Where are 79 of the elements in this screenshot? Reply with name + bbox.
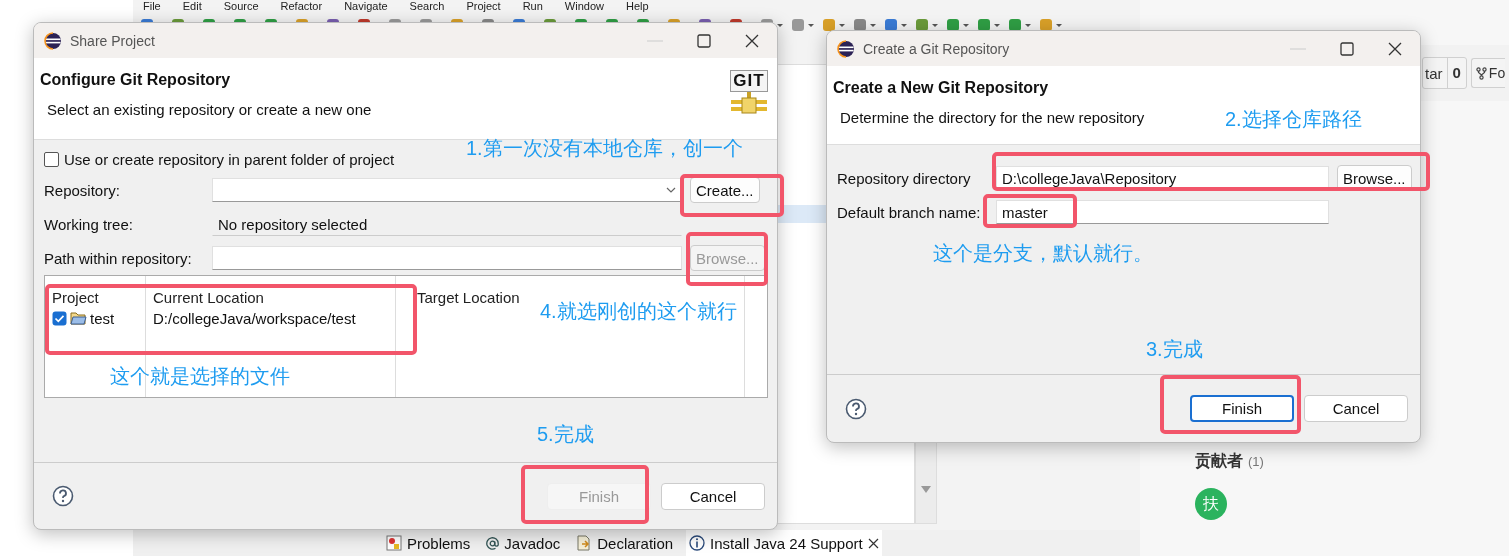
table-cell: D:/collegeJava/workspace/test bbox=[153, 309, 356, 327]
dialog-button[interactable]: Cancel bbox=[1304, 395, 1408, 422]
menu-item[interactable]: File bbox=[143, 0, 161, 12]
close-icon[interactable] bbox=[867, 537, 879, 549]
field-label: Path within repository: bbox=[44, 249, 192, 267]
window-title: Create a Git Repository bbox=[863, 40, 1011, 57]
tab-label: Declaration bbox=[597, 534, 674, 552]
tab-label: Install Java 24 Support bbox=[710, 534, 863, 552]
annotation-text: 这个是分支，默认就行。 bbox=[933, 241, 1153, 265]
close-icon[interactable] bbox=[1388, 41, 1402, 56]
star-label: tar bbox=[1425, 64, 1443, 82]
input-field[interactable] bbox=[212, 246, 682, 270]
annotation-text: 这个就是选择的文件 bbox=[110, 364, 290, 388]
input-field[interactable]: D:\collegeJava\Repository bbox=[996, 166, 1329, 190]
document-arrow-icon bbox=[576, 535, 593, 551]
view-tab[interactable]: Install Java 24 Support bbox=[686, 530, 882, 556]
at-sign-icon bbox=[486, 536, 500, 550]
menu-item[interactable]: Run bbox=[522, 0, 543, 12]
pipe-icon bbox=[731, 92, 767, 114]
column-header: Project bbox=[52, 290, 99, 306]
column-header: Current Location bbox=[153, 290, 264, 306]
annotation-text: 2.选择仓库路径 bbox=[1225, 107, 1362, 131]
info-icon bbox=[689, 535, 706, 551]
field-label: Default branch name: bbox=[837, 203, 981, 221]
dialog-button[interactable]: Finish bbox=[1190, 395, 1294, 422]
repository-dropdown[interactable] bbox=[212, 178, 682, 202]
fork-label: Fo bbox=[1488, 65, 1506, 81]
menu-item[interactable]: Navigate bbox=[344, 0, 388, 12]
menu-item[interactable]: Search bbox=[409, 0, 445, 12]
contributor-count: (1) bbox=[1248, 454, 1264, 469]
help-icon[interactable] bbox=[845, 397, 867, 420]
section-title: 贡献者 bbox=[1195, 451, 1243, 472]
column-header: Target Location bbox=[417, 290, 520, 306]
app-icon bbox=[837, 39, 855, 58]
fork-icon bbox=[1475, 66, 1487, 80]
view-tab[interactable]: Problems bbox=[383, 530, 474, 556]
menu-item[interactable]: Source bbox=[223, 0, 259, 12]
caret-icon bbox=[666, 187, 676, 193]
view-tab[interactable]: Declaration bbox=[573, 530, 677, 556]
fork-button[interactable]: Fo bbox=[1470, 58, 1506, 88]
maximize-icon[interactable] bbox=[1340, 41, 1354, 56]
input-field[interactable]: master bbox=[996, 200, 1329, 224]
logo-text: GIT bbox=[730, 70, 768, 92]
create-button[interactable]: Create... bbox=[690, 177, 760, 203]
tab-label: Javadoc bbox=[504, 534, 561, 552]
page-heading: Configure Git Repository bbox=[40, 71, 231, 89]
annotation-text: 3.完成 bbox=[1146, 337, 1203, 361]
maximize-icon[interactable] bbox=[697, 33, 711, 48]
star-count: 0 bbox=[1446, 58, 1466, 88]
menu-item[interactable]: Project bbox=[466, 0, 501, 12]
field-label: Repository: bbox=[44, 181, 120, 199]
folder-icon bbox=[70, 311, 87, 325]
app-icon bbox=[44, 31, 62, 50]
help-icon[interactable] bbox=[52, 485, 74, 507]
page-heading: Create a New Git Repository bbox=[833, 79, 1049, 97]
star-button[interactable]: tar 0 bbox=[1422, 57, 1467, 89]
annotation-text: 5.完成 bbox=[537, 422, 594, 446]
field-label: Repository directory bbox=[837, 169, 971, 187]
dialog-button[interactable]: Cancel bbox=[661, 482, 765, 510]
scroll-down-icon bbox=[921, 486, 931, 493]
window-title: Share Project bbox=[70, 32, 156, 49]
annotation-text: 1.第一次没有本地仓库，创一个 bbox=[466, 136, 743, 160]
field-label: Working tree: bbox=[44, 215, 133, 233]
close-icon[interactable] bbox=[745, 33, 759, 48]
checkbox[interactable] bbox=[52, 310, 67, 326]
menu-item[interactable]: Edit bbox=[182, 0, 202, 12]
checkbox[interactable]: Use or create repository in parent folder of project bbox=[44, 146, 395, 172]
menu-item[interactable]: Refactor bbox=[280, 0, 323, 12]
view-tab[interactable]: Javadoc bbox=[483, 530, 564, 556]
tab-label: Problems bbox=[407, 534, 471, 552]
page-description: Select an existing repository or create a new one bbox=[47, 101, 372, 118]
page-description: Determine the directory for the new repository bbox=[840, 109, 1145, 126]
dialog-button: Finish bbox=[547, 482, 651, 510]
browse-button: Browse... bbox=[690, 245, 765, 271]
table-cell: test bbox=[90, 309, 115, 327]
menu-item[interactable]: Window bbox=[564, 0, 604, 12]
problems-icon bbox=[386, 535, 402, 551]
menu-item[interactable]: Help bbox=[626, 0, 649, 12]
annotation-text: 4.就选刚创的这个就行 bbox=[540, 299, 737, 323]
